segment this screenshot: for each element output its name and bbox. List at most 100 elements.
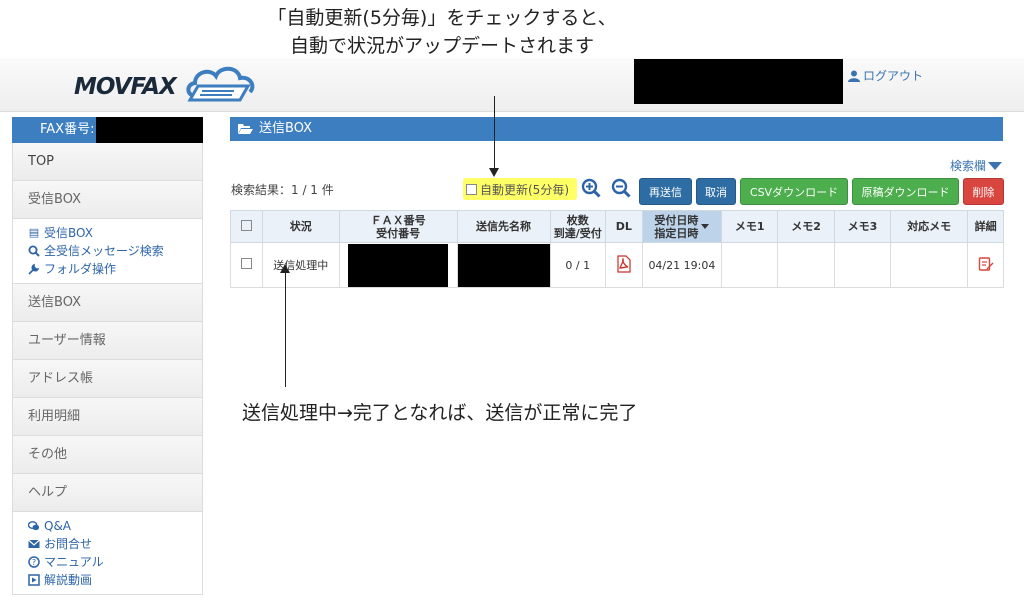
resend-button[interactable]: 再送信 (639, 178, 692, 205)
submenu-video-label: 解説動画 (44, 573, 93, 587)
annotation-top-line1: 「自動更新(5分毎)」をチェックすると、 (267, 7, 617, 29)
redacted-fax-number-cell (348, 243, 449, 287)
annotation-arrow-up-line (285, 272, 286, 387)
submenu-folder-ops[interactable]: フォルダ操作 (28, 260, 202, 278)
submenu-folder-label: フォルダ操作 (44, 262, 117, 276)
header-datetime[interactable]: 受付日時 指定日時 (641, 210, 723, 243)
search-icon (28, 245, 40, 257)
sidebar-item-help[interactable]: ヘルプ (12, 474, 203, 512)
delete-button[interactable]: 削除 (963, 178, 1004, 205)
sidebar-item-usage[interactable]: 利用明細 (12, 398, 203, 436)
sidebar-item-address-book[interactable]: アドレス帳 (12, 360, 203, 398)
fax-number-label: FAX番号: (40, 122, 95, 137)
sidebar-item-top[interactable]: TOP (12, 143, 203, 181)
annotation-top: 「自動更新(5分毎)」をチェックすると、 自動で状況がアップデートされます (222, 4, 662, 60)
zoom-in-icon[interactable] (581, 178, 601, 198)
header-fax-number-line2: 受付番号 (376, 226, 421, 240)
help-submenu: Q&A お問合せ ? マニュアル 解説動画 (12, 512, 203, 595)
page-title: 送信BOX (259, 121, 312, 136)
row-datetime: 04/21 19:04 (641, 242, 723, 288)
fax-number-header: FAX番号: (12, 117, 203, 143)
envelope-icon (28, 539, 40, 548)
detail-edit-icon[interactable] (978, 256, 994, 272)
submenu-manual[interactable]: ? マニュアル (28, 553, 202, 571)
table-header-row: 状況 ＦＡＸ番号 受付番号 送信先名称 枚数 到達/受付 DL 受付日時 指定日… (230, 210, 1004, 243)
row-status: 送信処理中 (261, 242, 340, 288)
autorefresh-checkbox-box[interactable] (466, 183, 477, 195)
row-dl-cell[interactable] (605, 242, 643, 288)
header-status[interactable]: 状況 (261, 210, 340, 243)
inbox-icon: ▤ (28, 226, 40, 239)
video-icon (28, 574, 40, 586)
row-checkbox[interactable] (240, 258, 252, 269)
row-detail-cell[interactable] (967, 242, 1004, 288)
csv-download-button[interactable]: CSVダウンロード (740, 178, 848, 205)
zoom-out-icon[interactable] (611, 178, 631, 198)
wrench-icon (28, 263, 40, 275)
header-memo3[interactable]: メモ3 (833, 210, 892, 243)
submenu-qa[interactable]: Q&A (28, 517, 202, 535)
submenu-qa-label: Q&A (44, 519, 72, 533)
sort-desc-icon (701, 223, 710, 229)
original-download-button[interactable]: 原稿ダウンロード (852, 178, 959, 205)
sidebar: FAX番号: TOP 受信BOX ▤ 受信BOX 全受信メッセージ検索 フォルダ… (12, 117, 203, 595)
header-dl[interactable]: DL (605, 210, 643, 243)
header-recipient[interactable]: 送信先名称 (456, 210, 551, 243)
header-datetime-line2: 指定日時 (654, 226, 699, 240)
select-all-checkbox[interactable] (240, 219, 252, 231)
caret-down-icon (988, 161, 1003, 170)
row-memo2 (777, 242, 835, 288)
page-title-bar: 送信BOX (230, 117, 1003, 141)
chat-icon (28, 521, 40, 531)
header-memo2[interactable]: メモ2 (777, 210, 835, 243)
annotation-arrow-up-head (280, 264, 290, 273)
row-pages: 0 / 1 (549, 242, 607, 288)
row-memo1 (721, 242, 779, 288)
table-row[interactable]: 送信処理中 0 / 1 04/21 19:04 (230, 242, 1004, 288)
annotation-arrow-down-head (489, 168, 499, 177)
header-pages-line2: 到達/受付 (553, 226, 602, 240)
row-recipient-cell (456, 242, 551, 288)
logo[interactable]: MOVFAX (74, 62, 264, 106)
row-response-memo (890, 242, 969, 288)
annotation-top-line2: 自動で状況がアップデートされます (289, 35, 594, 57)
redacted-block-header (634, 59, 843, 104)
header-fax-number[interactable]: ＦＡＸ番号 受付番号 (338, 210, 458, 243)
autorefresh-label: 自動更新(5分毎) (480, 182, 569, 197)
sidebar-item-other[interactable]: その他 (12, 436, 203, 474)
folder-open-icon (238, 124, 253, 134)
submenu-manual-label: マニュアル (44, 555, 104, 569)
annotation-mid: 送信処理中→完了となれば、送信が正常に完了 (242, 402, 638, 424)
redacted-recipient-cell (457, 243, 550, 287)
redacted-fax-number (96, 117, 203, 143)
cancel-button[interactable]: 取消 (696, 178, 736, 205)
search-panel-toggle[interactable]: 検索欄 (950, 157, 1003, 174)
submenu-inbox-label: 受信BOX (44, 226, 93, 240)
sidebar-item-user-info[interactable]: ユーザー情報 (12, 322, 203, 360)
header-datetime-line1: 受付日時 (654, 213, 699, 227)
user-icon (848, 70, 860, 82)
row-select-cell[interactable] (230, 242, 263, 288)
row-fax-number-cell (338, 242, 458, 288)
sidebar-item-outbox[interactable]: 送信BOX (12, 284, 203, 322)
header-detail[interactable]: 詳細 (967, 210, 1004, 243)
header-pages[interactable]: 枚数 到達/受付 (549, 210, 607, 243)
submenu-search-all[interactable]: 全受信メッセージ検索 (28, 242, 202, 260)
annotation-arrow-down-line (494, 96, 495, 172)
submenu-video[interactable]: 解説動画 (28, 571, 202, 589)
page: 「自動更新(5分毎)」をチェックすると、 自動で状況がアップデートされます MO… (0, 0, 1024, 609)
header-memo1[interactable]: メモ1 (721, 210, 779, 243)
sidebar-item-inbox[interactable]: 受信BOX (12, 181, 203, 219)
header-response-memo[interactable]: 対応メモ (890, 210, 969, 243)
inbox-submenu: ▤ 受信BOX 全受信メッセージ検索 フォルダ操作 (12, 219, 203, 284)
autorefresh-checkbox[interactable]: 自動更新(5分毎) (463, 178, 577, 200)
logo-text: MOVFAX (74, 74, 177, 100)
result-count: 検索結果：1 / 1 件 (231, 183, 334, 197)
pdf-download-icon[interactable] (616, 254, 632, 273)
header-fax-number-line1: ＦＡＸ番号 (370, 213, 426, 227)
header-select-all[interactable] (230, 210, 263, 243)
submenu-inbox[interactable]: ▤ 受信BOX (28, 224, 202, 242)
logout-link[interactable]: ログアウト (848, 67, 923, 84)
submenu-search-label: 全受信メッセージ検索 (44, 244, 164, 258)
submenu-contact[interactable]: お問合せ (28, 535, 202, 553)
